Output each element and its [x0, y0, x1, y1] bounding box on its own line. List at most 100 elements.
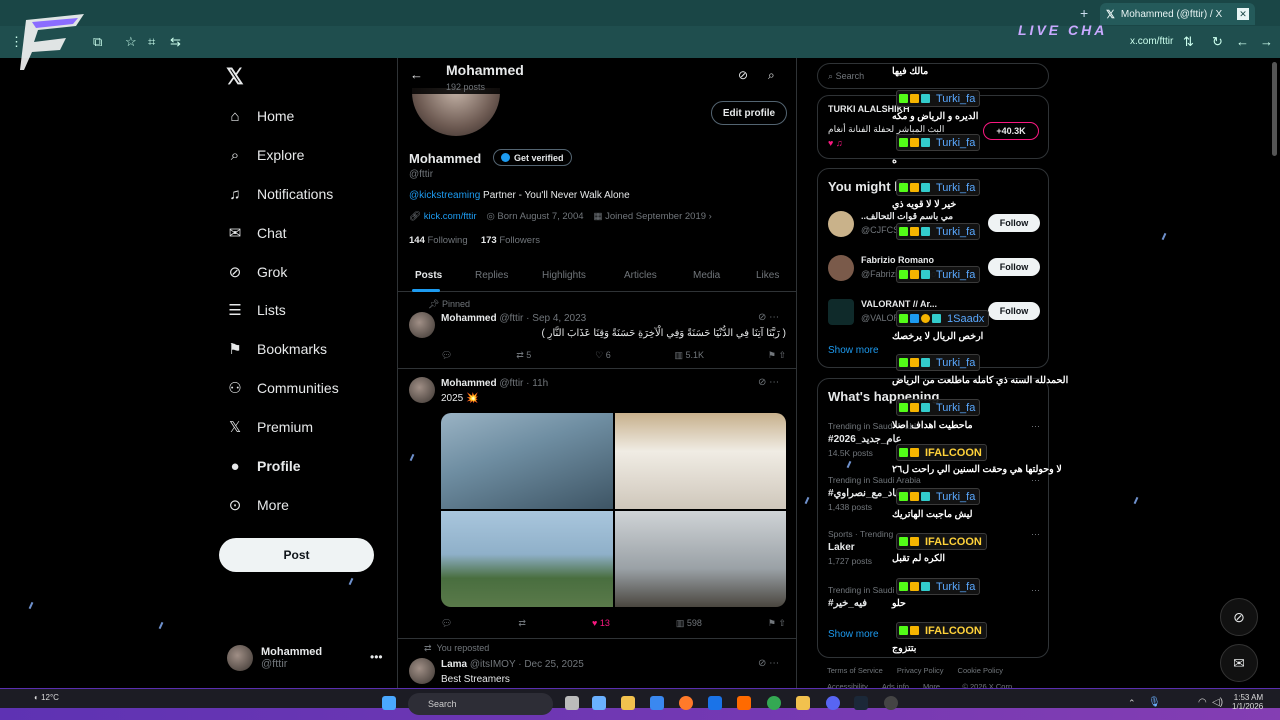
edit-profile-button[interactable]: Edit profile [711, 101, 787, 125]
tweet-tools[interactable]: ⊘ ⋯ [758, 377, 779, 388]
back-arrow-icon[interactable]: ← [410, 67, 423, 82]
tab-media[interactable]: Media [693, 270, 720, 281]
nav-chat[interactable]: ✉ Chat [226, 220, 287, 246]
profile-avatar[interactable] [412, 88, 500, 136]
tab-likes[interactable]: Likes [756, 270, 779, 281]
tab-articles[interactable]: Articles [624, 270, 657, 281]
steam-icon[interactable] [854, 696, 868, 710]
scrollbar[interactable] [1272, 62, 1277, 156]
crop-icon[interactable]: ⌗ [148, 34, 155, 50]
bookmark-button[interactable]: ⚑ ⇧ [768, 350, 786, 361]
more-icon[interactable]: ⋯ [1031, 529, 1040, 540]
more-icon[interactable]: ⋯ [1031, 421, 1040, 432]
forward-icon[interactable]: → [1260, 34, 1273, 49]
media-image[interactable] [441, 413, 613, 509]
extensions-icon[interactable]: ⧉ [93, 34, 102, 50]
nav-explore[interactable]: ⌕ Explore [226, 142, 305, 168]
nav-more[interactable]: ⊙ More [226, 492, 289, 518]
search-icon[interactable]: ⌕ [768, 68, 775, 83]
follow-button[interactable]: Follow [988, 214, 1040, 232]
show-more-link[interactable]: Show more [828, 629, 879, 640]
website-link[interactable]: kick.com/fttir [424, 211, 477, 222]
nav-notifications[interactable]: ♫ Notifications [226, 181, 333, 207]
star-icon[interactable]: ☆ [125, 34, 137, 50]
nav-grok[interactable]: ⊘ Grok [226, 259, 288, 285]
wifi-icon[interactable]: ◠ [1198, 697, 1207, 708]
following-link[interactable]: 144 Following [409, 235, 468, 246]
translate-icon[interactable]: ⇆ [170, 34, 181, 50]
back-icon[interactable]: ← [1236, 34, 1249, 49]
system-clock[interactable]: 1:53 AM 1/1/2026 [1232, 693, 1263, 711]
footer-link[interactable]: Privacy Policy [897, 666, 944, 675]
tab-highlights[interactable]: Highlights [542, 270, 586, 281]
media-image[interactable] [441, 511, 613, 607]
nav-lists[interactable]: ☰ Lists [226, 297, 286, 323]
grok-float-button[interactable]: ⊘ [1220, 598, 1258, 636]
weather-widget[interactable]: ◐ 12°C [34, 693, 59, 702]
reply-button[interactable]: 💬︎ [441, 618, 452, 629]
file-explorer-icon[interactable] [621, 696, 635, 710]
show-more-link[interactable]: Show more [828, 345, 879, 356]
chrome-icon[interactable] [767, 696, 781, 710]
more-icon[interactable]: ⋯ [1031, 475, 1040, 486]
nav-home[interactable]: ⌂ Home [226, 103, 294, 129]
tab-replies[interactable]: Replies [475, 270, 508, 281]
repost-button[interactable]: ⇄ 5 [516, 350, 531, 361]
reload-icon[interactable]: ↻ [1212, 34, 1223, 50]
new-tab-button[interactable]: + [1080, 5, 1088, 21]
footer-link[interactable]: Terms of Service [827, 666, 883, 675]
x-logo-icon[interactable]: 𝕏 [226, 64, 244, 90]
like-button[interactable]: ♥ 13 [592, 618, 610, 629]
volume-icon[interactable]: ◁) [1212, 697, 1223, 708]
tweet-author[interactable]: Mohammed [441, 378, 497, 389]
footer-link[interactable]: Cookie Policy [958, 666, 1003, 675]
windows-start-icon[interactable] [382, 696, 396, 710]
get-verified-button[interactable]: Get verified [493, 149, 572, 166]
like-button[interactable]: ♡ 6 [595, 350, 611, 361]
grok-icon[interactable]: ⊘ [738, 68, 748, 82]
obs-icon[interactable] [884, 696, 898, 710]
tweet-tools[interactable]: ⊘ ⋯ [758, 658, 779, 669]
media-image[interactable] [614, 511, 786, 607]
search-input[interactable]: ⌕ Search [817, 63, 1049, 89]
taskbar-search[interactable]: Search [408, 693, 553, 715]
discord-icon[interactable] [826, 696, 840, 710]
follow-button[interactable]: Follow [988, 302, 1040, 320]
tweet-author[interactable]: Mohammed [441, 313, 497, 324]
folder-icon[interactable] [796, 696, 810, 710]
follow-button[interactable]: Follow [988, 258, 1040, 276]
task-view-icon[interactable] [565, 696, 579, 710]
vlc-icon[interactable] [737, 696, 751, 710]
tweet-author[interactable]: Lama [441, 659, 467, 670]
followers-link[interactable]: 173 Followers [481, 235, 540, 246]
firefox-icon[interactable] [679, 696, 693, 710]
repost-button[interactable]: ⇄ [518, 618, 526, 629]
tweet[interactable]: Mohammed @fttir · Sep 4, 2023 ⊘ ⋯ ( رَبَ… [398, 294, 796, 369]
bookmark-button[interactable]: ⚑ ⇧ [768, 618, 786, 629]
media-image[interactable] [614, 413, 786, 509]
more-icon[interactable]: ⋯ [1031, 585, 1040, 596]
tweet[interactable]: Lama @itsIMOY · Dec 25, 2025 ⊘ ⋯ Best St… [398, 654, 796, 688]
tweet-tools[interactable]: ⊘ ⋯ [758, 312, 779, 323]
mic-icon[interactable]: 🎙︎ [1148, 697, 1161, 708]
nav-premium[interactable]: 𝕏 Premium [226, 414, 313, 440]
close-tab-icon[interactable]: ✕ [1237, 8, 1249, 20]
tray-chevron-icon[interactable]: ⌃ [1128, 698, 1136, 709]
reply-button[interactable]: 💬︎ [441, 350, 452, 361]
bio-mention-link[interactable]: @kickstreaming [409, 190, 480, 201]
copilot-icon[interactable] [592, 696, 606, 710]
url-bar[interactable]: x.com/fttir [1130, 36, 1173, 47]
tune-icon[interactable]: ⇅ [1183, 34, 1194, 50]
outlook-icon[interactable] [708, 696, 722, 710]
messages-float-button[interactable]: ✉ [1220, 644, 1258, 682]
more-options-icon[interactable]: ••• [370, 650, 383, 664]
account-switcher[interactable]: Mohammed @fttir [227, 645, 322, 671]
views-button[interactable]: ▥ 598 [676, 618, 702, 629]
store-icon[interactable] [650, 696, 664, 710]
post-button[interactable]: Post [219, 538, 374, 572]
nav-bookmarks[interactable]: ⚑ Bookmarks [226, 336, 327, 362]
nav-communities[interactable]: ⚇ Communities [226, 375, 338, 401]
views-button[interactable]: ▥ 5.1K [675, 350, 705, 361]
tab-posts[interactable]: Posts [415, 270, 442, 281]
nav-profile[interactable]: ● Profile [226, 453, 300, 479]
